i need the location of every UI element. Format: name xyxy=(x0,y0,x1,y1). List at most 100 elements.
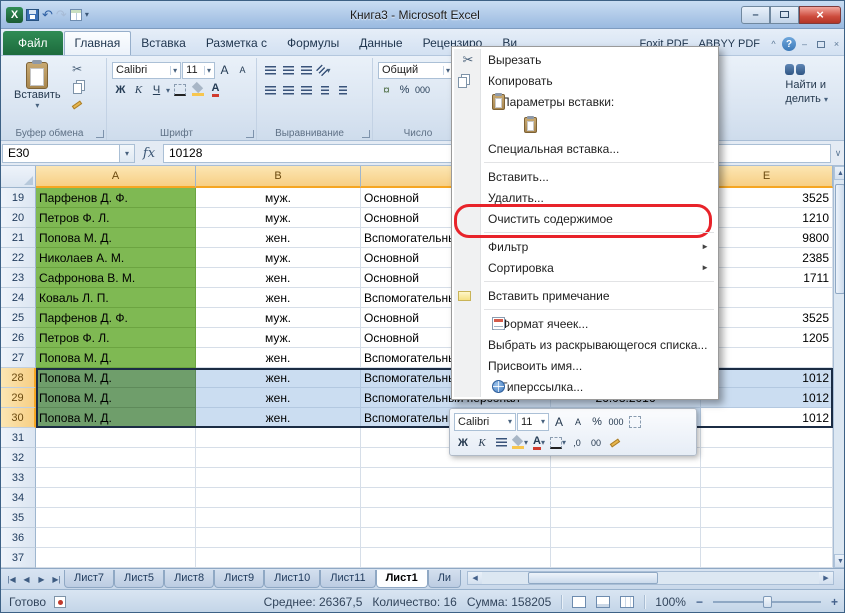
help-icon[interactable]: ? xyxy=(782,37,796,51)
menu-item-insert-comment[interactable]: Вставить примечание xyxy=(454,285,716,306)
row-header-20[interactable]: 20 xyxy=(1,208,36,228)
tab-Формулы[interactable]: Формулы xyxy=(277,31,349,55)
cell-D37[interactable] xyxy=(551,548,701,568)
bold-button[interactable]: Ж xyxy=(112,82,129,99)
menu-item-insert-cells[interactable]: Вставить... xyxy=(454,166,716,187)
insert-function-button[interactable]: fx xyxy=(135,146,163,161)
menu-item-paste-option[interactable] xyxy=(454,112,716,138)
menu-item-paste-special[interactable]: Специальная вставка... xyxy=(454,138,716,159)
cell-A23[interactable]: Сафронова В. М. xyxy=(36,268,196,288)
align-top-button[interactable] xyxy=(262,62,279,79)
mini-font-color-button[interactable]: А ▾ xyxy=(530,434,548,452)
copy-button[interactable] xyxy=(69,78,86,95)
dialog-launcher-icon[interactable] xyxy=(96,130,104,138)
expand-formula-bar-icon[interactable]: ∨ xyxy=(831,148,844,159)
page-break-view-icon[interactable] xyxy=(620,596,635,608)
cell-B22[interactable]: муж. xyxy=(196,248,361,268)
row-header-30[interactable]: 30 xyxy=(1,408,36,428)
paste-button[interactable]: Вставить ▾ xyxy=(8,60,67,113)
underline-dropdown-icon[interactable]: ▾ xyxy=(166,86,170,95)
scroll-left-icon[interactable]: ◀ xyxy=(468,572,483,584)
cell-D34[interactable] xyxy=(551,488,701,508)
cell-B32[interactable] xyxy=(196,448,361,468)
find-select-button[interactable]: Найти и делить ▾ xyxy=(781,58,832,140)
sheet-tab-Лист10[interactable]: Лист10 xyxy=(264,570,321,588)
vertical-scrollbar[interactable]: ▲ ▼ xyxy=(833,166,844,568)
cell-A37[interactable] xyxy=(36,548,196,568)
column-header-E[interactable]: E xyxy=(701,166,833,188)
mini-bold-button[interactable]: Ж xyxy=(454,434,472,452)
number-format-combo[interactable]: Общий ▾ xyxy=(378,61,454,79)
page-layout-view-icon[interactable] xyxy=(596,596,611,608)
borders-button[interactable] xyxy=(171,82,188,99)
tab-Файл[interactable]: Файл xyxy=(3,31,63,55)
row-header-35[interactable]: 35 xyxy=(1,508,36,528)
macro-record-icon[interactable] xyxy=(54,596,67,608)
cell-E24[interactable] xyxy=(701,288,833,308)
cell-E35[interactable] xyxy=(701,508,833,528)
vertical-scroll-thumb[interactable] xyxy=(835,184,844,294)
row-header-22[interactable]: 22 xyxy=(1,248,36,268)
cell-A29[interactable]: Попова М. Д. xyxy=(36,388,196,408)
decrease-indent-button[interactable] xyxy=(316,82,333,99)
mini-font-size-combo[interactable]: 11 ▾ xyxy=(517,412,549,431)
accounting-format-button[interactable]: ¤ xyxy=(378,82,395,99)
cell-A22[interactable]: Николаев А. М. xyxy=(36,248,196,268)
cell-D36[interactable] xyxy=(551,528,701,548)
quick-calc-icon[interactable] xyxy=(69,8,82,21)
menu-item-pick-from-list[interactable]: Выбрать из раскрывающегося списка... xyxy=(454,334,716,355)
row-header-36[interactable]: 36 xyxy=(1,528,36,548)
cell-B19[interactable]: муж. xyxy=(196,188,361,208)
column-header-B[interactable]: B xyxy=(196,166,361,188)
cell-A24[interactable]: Коваль Л. П. xyxy=(36,288,196,308)
name-box-dropdown[interactable]: ▾ xyxy=(120,143,135,163)
scroll-up-icon[interactable]: ▲ xyxy=(834,166,844,180)
paste-dropdown-icon[interactable]: ▾ xyxy=(35,101,39,110)
cell-A26[interactable]: Петров Ф. Л. xyxy=(36,328,196,348)
first-sheet-icon[interactable]: |◀ xyxy=(4,571,19,587)
zoom-slider-thumb[interactable] xyxy=(762,596,772,608)
cell-C36[interactable] xyxy=(361,528,551,548)
cell-A34[interactable] xyxy=(36,488,196,508)
row-header-37[interactable]: 37 xyxy=(1,548,36,568)
menu-item-sort[interactable]: Сортировка ► xyxy=(454,257,716,278)
cell-C35[interactable] xyxy=(361,508,551,528)
cell-A19[interactable]: Парфенов Д. Ф. xyxy=(36,188,196,208)
cell-A25[interactable]: Парфенов Д. Ф. xyxy=(36,308,196,328)
sheet-tab-Лист1[interactable]: Лист1 xyxy=(375,570,428,588)
row-header-23[interactable]: 23 xyxy=(1,268,36,288)
redo-icon[interactable]: ↷ xyxy=(56,8,67,21)
cell-E23[interactable]: 1711 xyxy=(701,268,833,288)
cell-A31[interactable] xyxy=(36,428,196,448)
font-name-combo[interactable]: Calibri ▾ xyxy=(112,61,182,79)
font-size-combo[interactable]: 11 ▾ xyxy=(182,61,215,79)
mini-comma-button[interactable]: 000 xyxy=(607,413,625,431)
cell-B35[interactable] xyxy=(196,508,361,528)
scroll-right-icon[interactable]: ▶ xyxy=(819,572,833,584)
menu-item-filter[interactable]: Фильтр ► xyxy=(454,236,716,257)
horizontal-scrollbar[interactable]: ◀ ▶ xyxy=(467,571,834,585)
fill-color-button[interactable] xyxy=(189,82,206,99)
row-header-26[interactable]: 26 xyxy=(1,328,36,348)
dialog-launcher-icon[interactable] xyxy=(362,130,370,138)
minimize-button[interactable]: – xyxy=(741,5,770,24)
cell-A30[interactable]: Попова М. Д. xyxy=(36,408,196,428)
cell-B25[interactable]: муж. xyxy=(196,308,361,328)
align-middle-button[interactable] xyxy=(280,62,297,79)
save-icon[interactable] xyxy=(26,8,39,21)
name-box[interactable]: E30 xyxy=(2,143,120,163)
cell-E32[interactable] xyxy=(701,448,833,468)
excel-logo-icon[interactable]: X xyxy=(6,6,23,23)
row-header-34[interactable]: 34 xyxy=(1,488,36,508)
mini-borders-button[interactable]: ▾ xyxy=(549,434,567,452)
menu-item-delete-cells[interactable]: Удалить... xyxy=(454,187,716,208)
row-header-32[interactable]: 32 xyxy=(1,448,36,468)
cell-A35[interactable] xyxy=(36,508,196,528)
cell-E30[interactable]: 1012 xyxy=(701,408,833,428)
minimize-ribbon-icon[interactable]: ^ xyxy=(766,37,781,52)
cell-B33[interactable] xyxy=(196,468,361,488)
mini-fill-color-button[interactable]: ▾ xyxy=(511,434,529,452)
comma-style-button[interactable]: 000 xyxy=(414,82,431,99)
cell-E29[interactable]: 1012 xyxy=(701,388,833,408)
cell-B24[interactable]: жен. xyxy=(196,288,361,308)
